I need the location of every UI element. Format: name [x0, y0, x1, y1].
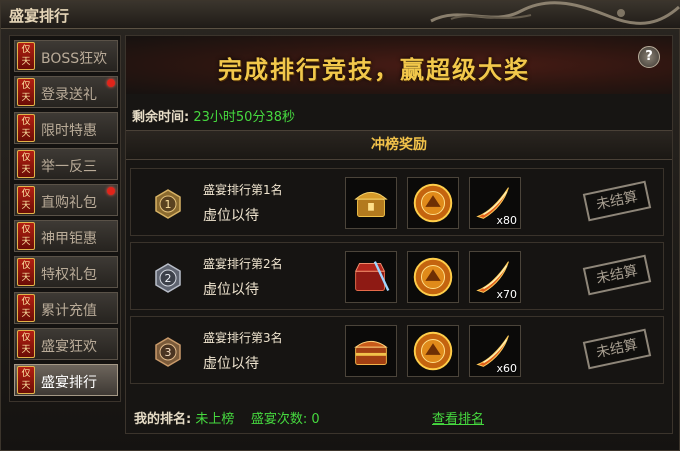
- status-stamp: 未结算: [582, 180, 652, 222]
- limited-badge: 仅天: [17, 222, 35, 250]
- rank-2-medal-icon: 2: [155, 263, 181, 293]
- status-stamp: 未结算: [582, 254, 652, 296]
- rank-player-name: 虚位以待: [203, 356, 259, 372]
- golden-medallion-icon: [413, 257, 453, 297]
- limited-badge: 仅天: [17, 258, 35, 286]
- medal-number: 3: [165, 346, 172, 359]
- reward-slot[interactable]: x80: [469, 177, 521, 229]
- reward-slot[interactable]: [345, 177, 397, 229]
- reward-slot[interactable]: [407, 325, 459, 377]
- reward-slot[interactable]: [407, 177, 459, 229]
- event-banner: 完成排行竞技，赢超级大奖 ?: [126, 36, 672, 94]
- reward-slot[interactable]: x70: [469, 251, 521, 303]
- reward-count: x70: [496, 288, 517, 301]
- red-chest-icon: [354, 261, 390, 291]
- reward-count: x80: [496, 214, 517, 227]
- sidebar-item-login-gift[interactable]: 仅天 登录送礼: [14, 76, 118, 108]
- rank-1-medal-icon: 1: [155, 189, 181, 219]
- limited-badge: 仅天: [17, 186, 35, 214]
- limited-badge: 仅天: [17, 78, 35, 106]
- help-button[interactable]: ?: [638, 46, 660, 68]
- reward-slot[interactable]: [407, 251, 459, 303]
- my-rank-label: 我的排名:: [134, 412, 192, 427]
- sidebar-item-label: 特权礼包: [41, 267, 97, 283]
- countdown-label: 剩余时间:: [132, 110, 190, 125]
- rank-3-medal-icon: 3: [155, 337, 181, 367]
- feast-count-label: 盛宴次数:: [250, 412, 308, 427]
- sidebar-item-label: 限时特惠: [41, 123, 97, 139]
- limited-badge: 仅天: [17, 42, 35, 70]
- limited-badge: 仅天: [17, 150, 35, 178]
- golden-medallion-icon: [413, 183, 453, 223]
- sidebar-item-cumulative-recharge[interactable]: 仅天 累计充值: [14, 292, 118, 324]
- sidebar-item-boss-carnival[interactable]: 仅天 BOSS狂欢: [14, 40, 118, 72]
- sidebar-item-label: 盛宴排行: [41, 375, 97, 391]
- dragon-ornament-icon: [430, 1, 680, 25]
- rank-title: 盛宴排行第1名: [203, 183, 283, 197]
- sidebar-item-label: 神甲钜惠: [41, 231, 97, 247]
- sidebar-item-label: 登录送礼: [41, 87, 97, 103]
- limited-badge: 仅天: [17, 114, 35, 142]
- section-title: 冲榜奖励: [126, 130, 672, 160]
- sidebar-item-label: 举一反三: [41, 159, 97, 175]
- sidebar-item-label: 盛宴狂欢: [41, 339, 97, 355]
- notification-dot: [107, 187, 115, 195]
- banner-slogan: 完成排行竞技，赢超级大奖: [218, 55, 530, 84]
- sidebar-item-flash-sale[interactable]: 仅天 限时特惠: [14, 112, 118, 144]
- reward-slot[interactable]: [345, 325, 397, 377]
- window-frame: 盛宴排行 仅天 BOSS狂欢 仅天 登录送礼 仅天 限时特惠 仅天 举一反三 仅…: [0, 0, 680, 451]
- status-stamp: 未结算: [582, 328, 652, 370]
- sidebar: 仅天 BOSS狂欢 仅天 登录送礼 仅天 限时特惠 仅天 举一反三 仅天 直购礼…: [9, 35, 121, 402]
- rank-player-name: 虚位以待: [203, 208, 259, 224]
- rank-player-name: 虚位以待: [203, 282, 259, 298]
- countdown-value: 23小时50分38秒: [193, 110, 295, 125]
- main-panel: 完成排行竞技，赢超级大奖 ? 剩余时间: 23小时50分38秒 冲榜奖励 1 盛…: [125, 35, 673, 434]
- window-title: 盛宴排行: [9, 7, 70, 25]
- sidebar-item-label: 累计充值: [41, 303, 97, 319]
- notification-dot: [107, 79, 115, 87]
- feast-count-value: 0: [311, 412, 320, 427]
- limited-badge: 仅天: [17, 294, 35, 322]
- countdown: 剩余时间: 23小时50分38秒: [132, 106, 295, 125]
- sidebar-item-armor-deal[interactable]: 仅天 神甲钜惠: [14, 220, 118, 252]
- sidebar-item-label: BOSS狂欢: [41, 51, 108, 67]
- golden-medallion-icon: [413, 331, 453, 371]
- sidebar-item-direct-pack[interactable]: 仅天 直购礼包: [14, 184, 118, 216]
- my-rank-info: 我的排名: 未上榜 盛宴次数: 0: [134, 408, 320, 427]
- reward-count: x60: [496, 362, 517, 375]
- rank-title: 盛宴排行第2名: [203, 257, 283, 271]
- my-rank-value: 未上榜: [195, 412, 235, 427]
- rank-row: 2 盛宴排行第2名 虚位以待 x70 未结算: [130, 242, 664, 310]
- rank-title: 盛宴排行第3名: [203, 331, 283, 345]
- title-bar: 盛宴排行: [1, 1, 680, 29]
- reward-slot[interactable]: [345, 251, 397, 303]
- sidebar-item-feast-carnival[interactable]: 仅天 盛宴狂欢: [14, 328, 118, 360]
- sidebar-item-one-to-three[interactable]: 仅天 举一反三: [14, 148, 118, 180]
- medal-number: 2: [165, 272, 172, 285]
- treasure-chest-icon: [354, 340, 388, 365]
- golden-chest-icon: [354, 191, 388, 217]
- reward-slot[interactable]: x60: [469, 325, 521, 377]
- sidebar-item-feast-ranking[interactable]: 仅天 盛宴排行: [14, 364, 118, 396]
- sidebar-item-privilege-pack[interactable]: 仅天 特权礼包: [14, 256, 118, 288]
- view-ranking-link[interactable]: 查看排名: [432, 408, 484, 427]
- medal-number: 1: [165, 198, 172, 211]
- limited-badge: 仅天: [17, 330, 35, 358]
- sidebar-item-label: 直购礼包: [41, 195, 97, 211]
- limited-badge: 仅天: [17, 366, 35, 394]
- rank-row: 3 盛宴排行第3名 虚位以待 x60 未结算: [130, 316, 664, 384]
- rank-row: 1 盛宴排行第1名 虚位以待 x80 未结算: [130, 168, 664, 236]
